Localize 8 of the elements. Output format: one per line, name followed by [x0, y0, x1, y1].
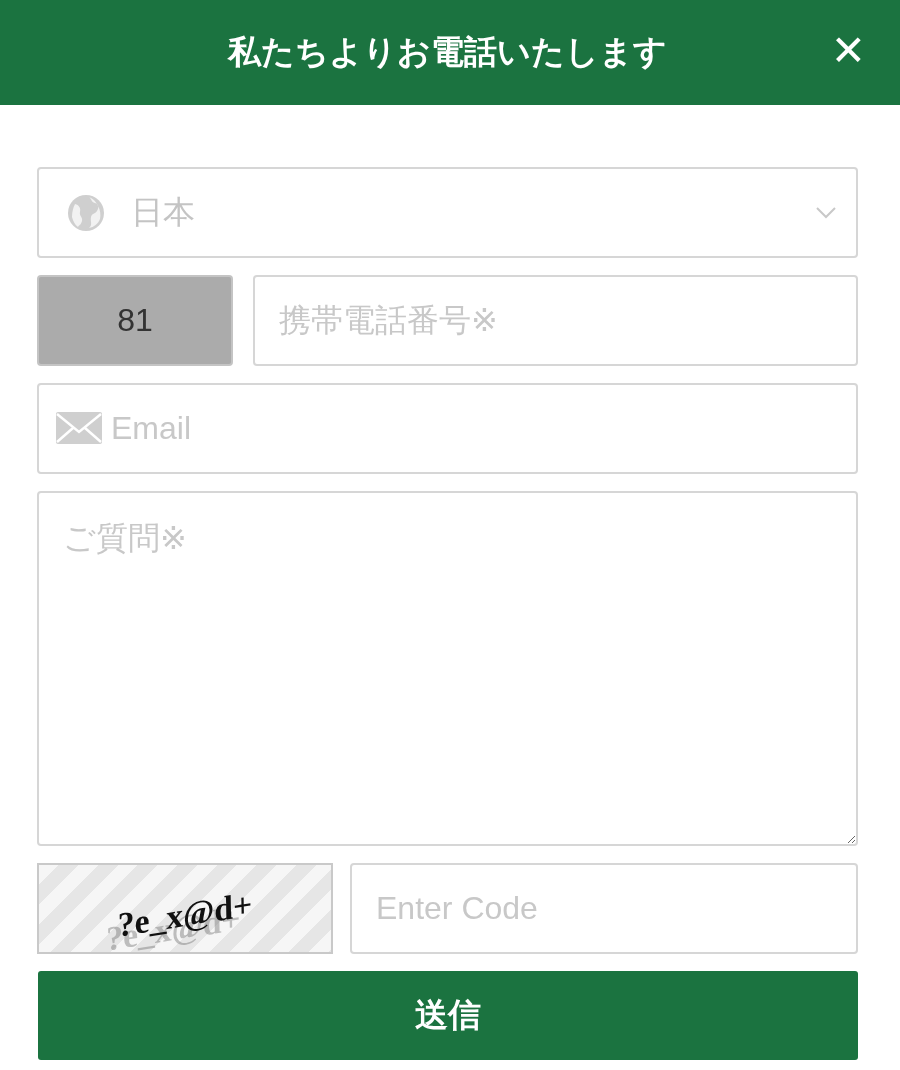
captcha-image: ?e_x@d+ — [37, 863, 333, 954]
globe-icon — [67, 193, 105, 232]
country-value: 日本 — [131, 192, 196, 232]
envelope-icon — [56, 412, 102, 444]
chevron-down-icon — [816, 206, 836, 219]
dialog-title: 私たちよりお電話いたします — [227, 32, 667, 72]
submit-button[interactable]: 送信 — [38, 971, 858, 1060]
close-button[interactable]: ✕ — [830, 26, 866, 76]
